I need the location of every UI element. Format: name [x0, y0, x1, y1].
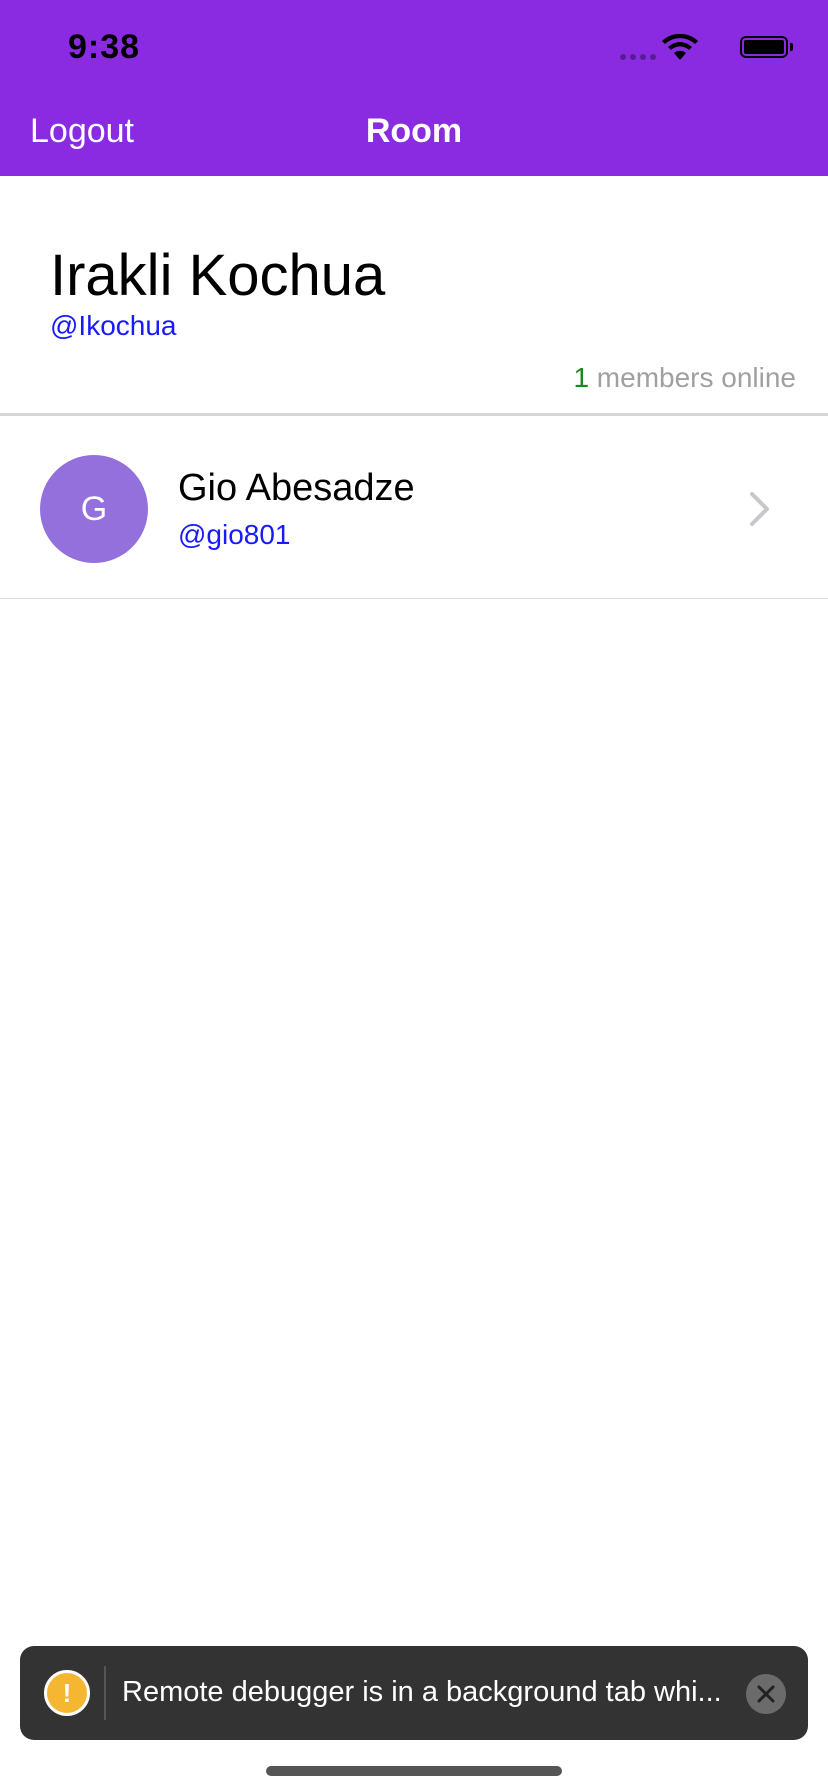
battery-icon: [740, 36, 794, 60]
member-row[interactable]: G Gio Abesadze @gio801: [0, 417, 828, 599]
room-owner-name: Irakli Kochua: [50, 243, 386, 308]
screen: 9:38 Logout Room Irakli Kochua @Ikochua …: [0, 0, 828, 1792]
top-bar: 9:38 Logout Room: [0, 0, 828, 176]
members-online-status: 1 members online: [573, 362, 796, 394]
status-time: 9:38: [68, 28, 141, 66]
toast-divider: [104, 1666, 106, 1720]
signal-icon: [620, 54, 658, 62]
room-header: Irakli Kochua @Ikochua 1 members online: [0, 176, 828, 416]
toast-message: Remote debugger is in a background tab w…: [122, 1676, 722, 1708]
home-indicator[interactable]: [266, 1766, 562, 1776]
member-name: Gio Abesadze: [178, 467, 415, 509]
wifi-icon: [662, 34, 698, 60]
chevron-right-icon: [750, 492, 769, 526]
page-title: Room: [365, 112, 463, 150]
online-count: 1: [573, 362, 590, 393]
online-label: members online: [589, 362, 796, 393]
warning-icon: !: [44, 1670, 90, 1716]
debugger-warning-toast[interactable]: ! Remote debugger is in a background tab…: [20, 1646, 808, 1740]
avatar: G: [40, 455, 148, 563]
room-owner-handle[interactable]: @Ikochua: [50, 310, 177, 342]
close-icon[interactable]: [746, 1674, 786, 1714]
member-handle[interactable]: @gio801: [178, 519, 291, 551]
